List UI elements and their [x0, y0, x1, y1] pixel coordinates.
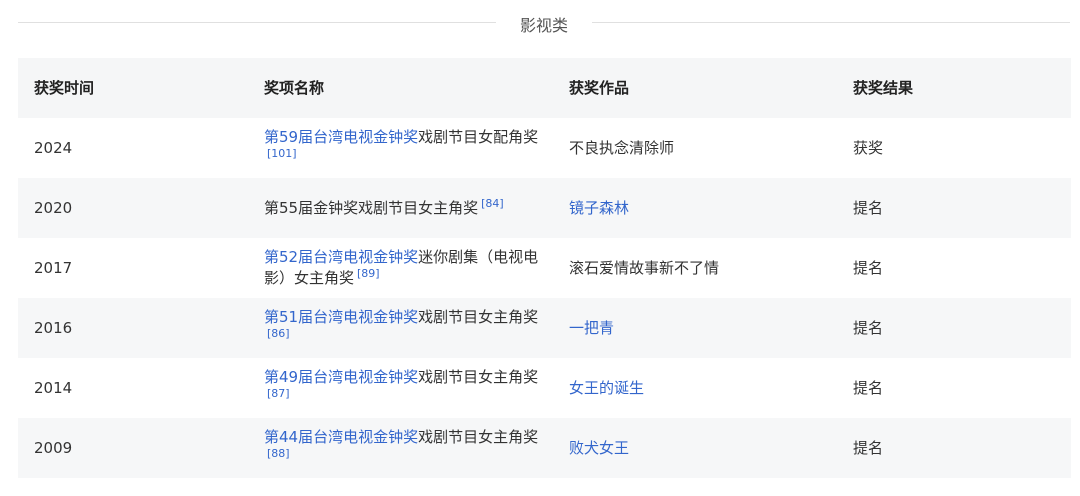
cell-result: 提名 — [853, 378, 884, 397]
cell-work: 不良执念清除师 — [553, 118, 837, 178]
section-header: 影视类 — [18, 8, 1070, 38]
table-row: 2009 第44届台湾电视金钟奖戏剧节目女主角奖 [88] 败犬女王 提名 — [18, 418, 1071, 478]
cell-work: 女王的诞生 — [553, 358, 837, 418]
cell-award: 第49届台湾电视金钟奖戏剧节目女主角奖 [87] — [248, 358, 553, 418]
award-link[interactable]: 第49届台湾电视金钟奖 — [264, 368, 418, 386]
work-text: 不良执念清除师 — [569, 138, 675, 157]
award-text: 戏剧节目女主角奖 — [418, 428, 539, 446]
cell-year: 2009 — [34, 438, 73, 457]
cell-result: 提名 — [853, 258, 884, 277]
divider-right — [592, 22, 1070, 23]
divider-left — [18, 22, 496, 23]
work-text: 滚石爱情故事新不了情 — [569, 258, 720, 277]
cell-award: 第59届台湾电视金钟奖戏剧节目女配角奖 [101] — [248, 118, 553, 178]
award-link[interactable]: 第59届台湾电视金钟奖 — [264, 128, 418, 146]
table-row: 2016 第51届台湾电视金钟奖戏剧节目女主角奖 [86] 一把青 提名 — [18, 298, 1071, 358]
header-award: 奖项名称 — [264, 78, 325, 97]
award-link[interactable]: 第52届台湾电视金钟奖 — [264, 248, 418, 266]
award-text: 戏剧节目女主角奖 — [418, 368, 539, 386]
table-row: 2017 第52届台湾电视金钟奖迷你剧集（电视电影）女主角奖 [89] 滚石爱情故事新… — [18, 238, 1071, 298]
cell-result: 提名 — [853, 438, 884, 457]
header-result: 获奖结果 — [853, 78, 914, 97]
work-link[interactable]: 一把青 — [569, 319, 614, 337]
cell-work: 败犬女王 — [553, 418, 837, 478]
work-link[interactable]: 镜子森林 — [569, 199, 629, 217]
award-text: 戏剧节目女配角奖 — [418, 128, 539, 146]
award-text: 戏剧节目女主角奖 — [418, 308, 539, 326]
cell-result: 提名 — [853, 198, 884, 217]
cell-award: 第51届台湾电视金钟奖戏剧节目女主角奖 [86] — [248, 298, 553, 358]
header-year: 获奖时间 — [34, 78, 95, 97]
table-row: 2014 第49届台湾电视金钟奖戏剧节目女主角奖 [87] 女王的诞生 提名 — [18, 358, 1071, 418]
cell-year: 2017 — [34, 258, 73, 277]
cell-work: 镜子森林 — [553, 178, 837, 238]
reference-link[interactable]: [87] — [267, 387, 290, 400]
work-link[interactable]: 败犬女王 — [569, 439, 629, 457]
cell-year: 2024 — [34, 138, 73, 157]
award-link[interactable]: 第44届台湾电视金钟奖 — [264, 428, 418, 446]
cell-year: 2014 — [34, 378, 73, 397]
cell-award: 第55届金钟奖戏剧节目女主角奖 [84] — [248, 178, 553, 238]
header-work: 获奖作品 — [569, 78, 630, 97]
cell-work: 滚石爱情故事新不了情 — [553, 238, 837, 298]
table-row: 2024 第59届台湾电视金钟奖戏剧节目女配角奖 [101] 不良执念清除师 获奖 — [18, 118, 1071, 178]
reference-link[interactable]: [84] — [481, 197, 504, 210]
cell-year: 2020 — [34, 198, 73, 217]
reference-link[interactable]: [89] — [357, 267, 380, 280]
table-header-row: 获奖时间 奖项名称 获奖作品 获奖结果 — [18, 58, 1071, 118]
reference-link[interactable]: [86] — [267, 327, 290, 340]
reference-link[interactable]: [88] — [267, 447, 290, 460]
cell-work: 一把青 — [553, 298, 837, 358]
awards-table: 获奖时间 奖项名称 获奖作品 获奖结果 2024 第59届台湾电视金钟奖戏剧节目女… — [18, 58, 1071, 478]
award-link[interactable]: 第51届台湾电视金钟奖 — [264, 308, 418, 326]
cell-award: 第52届台湾电视金钟奖迷你剧集（电视电影）女主角奖 [89] — [248, 238, 553, 298]
cell-year: 2016 — [34, 318, 73, 337]
cell-result: 提名 — [853, 318, 884, 337]
award-text: 第55届金钟奖戏剧节目女主角奖 — [264, 198, 479, 217]
reference-link[interactable]: [101] — [267, 147, 297, 160]
section-title: 影视类 — [519, 16, 568, 35]
work-link[interactable]: 女王的诞生 — [569, 379, 644, 397]
cell-result: 获奖 — [853, 138, 884, 157]
cell-award: 第44届台湾电视金钟奖戏剧节目女主角奖 [88] — [248, 418, 553, 478]
table-row: 2020 第55届金钟奖戏剧节目女主角奖 [84] 镜子森林 提名 — [18, 178, 1071, 238]
